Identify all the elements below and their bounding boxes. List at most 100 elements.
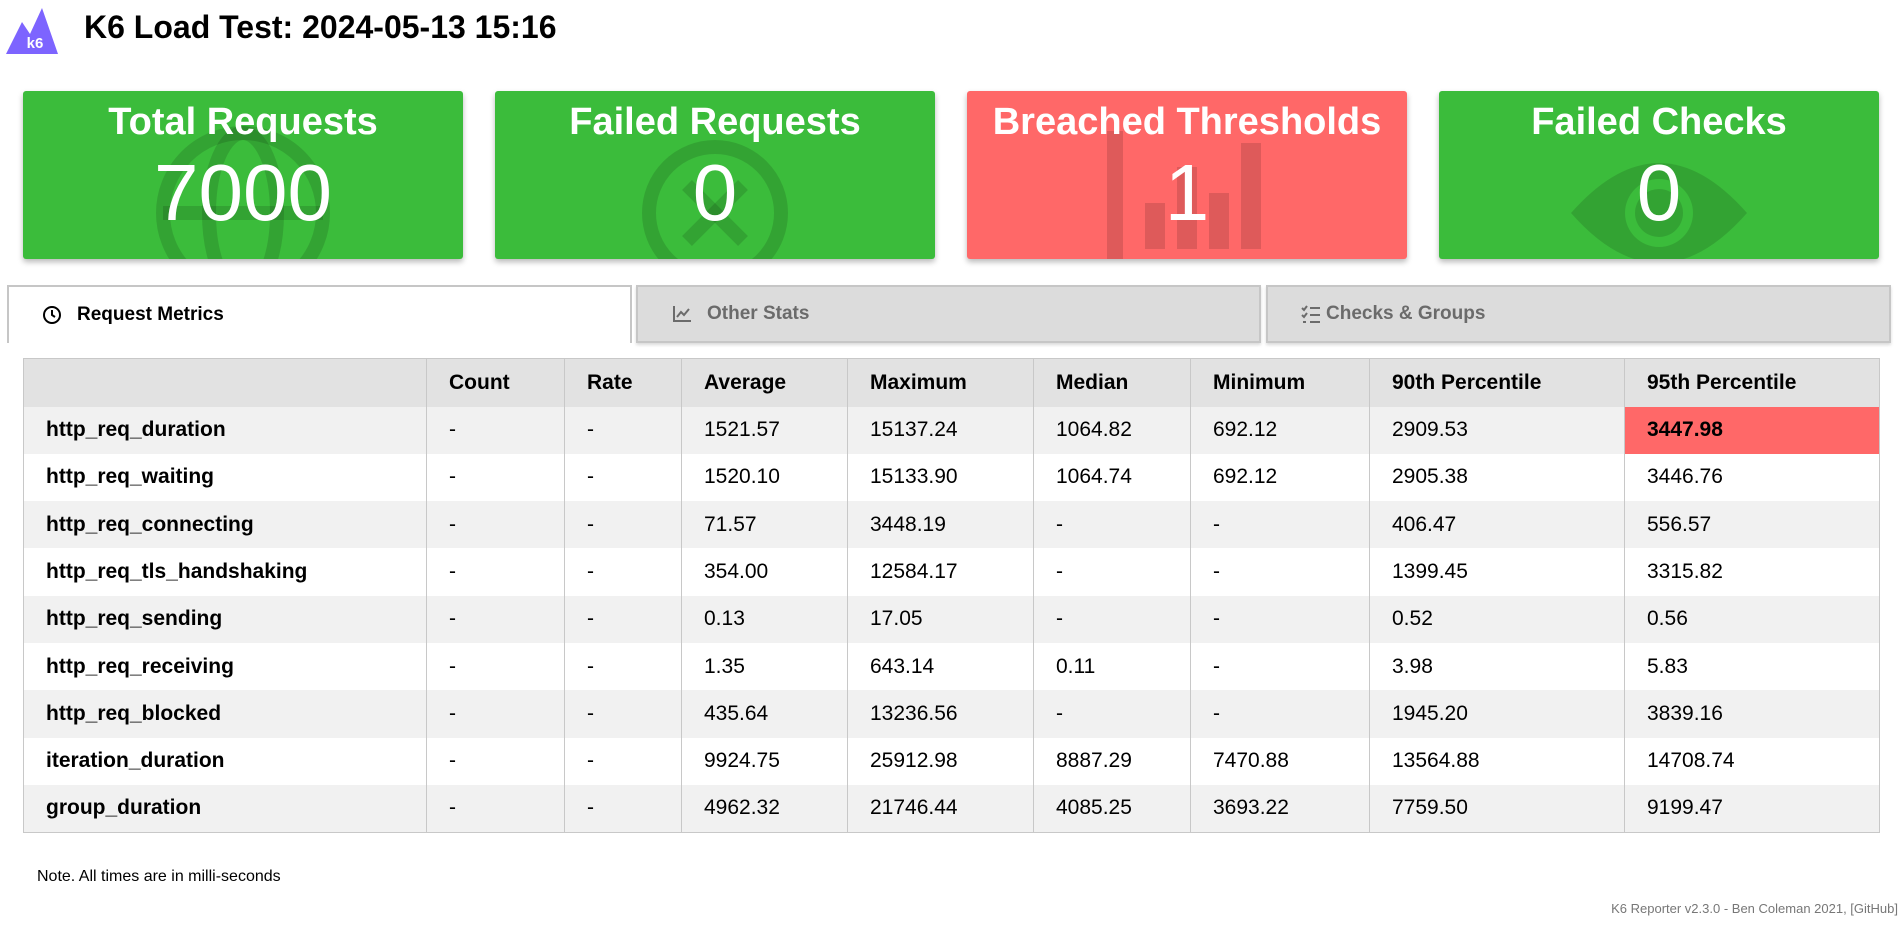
table-cell: - [426,737,565,785]
table-cell: - [1033,501,1191,549]
time-units-note: Note. All times are in milli-seconds [37,868,281,885]
table-cell: 12584.17 [847,548,1034,596]
table-cell: 3448.19 [847,501,1034,549]
table-cell: 3446.76 [1624,453,1880,502]
table-cell: 14708.74 [1624,737,1880,785]
table-cell: 3839.16 [1624,690,1880,738]
table-cell: 3693.22 [1190,784,1370,833]
table-cell: - [426,453,565,502]
metric-name: http_req_tls_handshaking [23,548,427,596]
table-cell: 0.13 [681,595,848,643]
table-cell: 406.47 [1369,501,1625,549]
table-row: http_req_sending - - 0.13 17.05 - - 0.52… [23,595,1880,643]
table-cell: - [426,690,565,738]
table-cell: 21746.44 [847,784,1034,833]
table-cell: - [564,784,682,833]
table-cell: 4962.32 [681,784,848,833]
tab-request-metrics[interactable]: Request Metrics [7,285,632,343]
table-cell: - [1190,595,1370,643]
metric-name: http_req_blocked [23,690,427,738]
table-cell: 643.14 [847,642,1034,691]
metric-name: http_req_receiving [23,642,427,691]
table-cell: - [426,784,565,833]
table-cell: - [564,595,682,643]
column-header: 95th Percentile [1624,358,1880,407]
table-row: http_req_blocked - - 435.64 13236.56 - -… [23,690,1880,738]
table-cell: 354.00 [681,548,848,596]
table-cell: 5.83 [1624,642,1880,691]
table-row: http_req_connecting - - 71.57 3448.19 - … [23,501,1880,549]
table-cell: 25912.98 [847,737,1034,785]
table-cell: 17.05 [847,595,1034,643]
table-cell: - [1033,548,1191,596]
table-cell: - [426,548,565,596]
table-cell: 0.11 [1033,642,1191,691]
card-title: Breached Thresholds [992,101,1382,143]
metric-name: http_req_sending [23,595,427,643]
table-row: group_duration - - 4962.32 21746.44 4085… [23,784,1880,833]
table-cell: - [426,642,565,691]
table-cell: - [426,501,565,549]
table-cell: 8887.29 [1033,737,1191,785]
tab-other-stats[interactable]: Other Stats [636,285,1261,343]
table-cell: 15137.24 [847,406,1034,454]
table-cell: 13564.88 [1369,737,1625,785]
table-cell: 7470.88 [1190,737,1370,785]
table-cell: - [564,548,682,596]
table-cell: 0.52 [1369,595,1625,643]
column-header: Median [1033,358,1191,407]
table-header-row: Count Rate Average Maximum Median Minimu… [23,358,1880,407]
table-row: http_req_tls_handshaking - - 354.00 1258… [23,548,1880,596]
table-cell: - [1033,690,1191,738]
column-header: 90th Percentile [1369,358,1625,407]
tab-checks-groups[interactable]: Checks & Groups [1266,285,1891,343]
table-row: http_req_waiting - - 1520.10 15133.90 10… [23,453,1880,502]
table-cell: 3315.82 [1624,548,1880,596]
table-cell: 7759.50 [1369,784,1625,833]
table-cell: 435.64 [681,690,848,738]
clock-icon [43,306,61,324]
summary-cards: Total Requests 7000 Failed Requests 0 Br… [23,91,1880,259]
table-cell: 556.57 [1624,501,1880,549]
card-title: Failed Requests [569,101,861,143]
table-cell: - [564,406,682,454]
k6-logo: k6 [6,8,58,54]
card-failed-requests: Failed Requests 0 [495,91,935,259]
checklist-icon [1301,305,1320,323]
card-value: 0 [692,148,738,237]
table-cell: 9924.75 [681,737,848,785]
table-cell: 2909.53 [1369,406,1625,454]
card-failed-checks: Failed Checks 0 [1439,91,1879,259]
table-cell: 1520.10 [681,453,848,502]
table-cell: - [564,453,682,502]
metric-name: iteration_duration [23,737,427,785]
table-cell: 1.35 [681,642,848,691]
column-header: Maximum [847,358,1034,407]
table-cell: - [426,406,565,454]
table-cell: - [1190,548,1370,596]
line-chart-icon [673,306,691,322]
table-cell: 9199.47 [1624,784,1880,833]
card-title: Failed Checks [1531,101,1787,143]
metric-name: http_req_duration [23,406,427,454]
table-cell: 0.56 [1624,595,1880,643]
table-row: iteration_duration - - 9924.75 25912.98 … [23,737,1880,785]
card-value: 7000 [154,148,332,237]
table-cell: - [1033,595,1191,643]
table-row: http_req_duration - - 1521.57 15137.24 1… [23,406,1880,454]
metric-name: http_req_connecting [23,501,427,549]
card-total-requests: Total Requests 7000 [23,91,463,259]
page-title: K6 Load Test: 2024-05-13 15:16 [84,9,557,45]
tab-bar: Request Metrics Other Stats Checks & Gro… [7,285,1891,343]
card-breached-thresholds: Breached Thresholds 1 [967,91,1407,259]
column-header: Minimum [1190,358,1370,407]
table-cell: 13236.56 [847,690,1034,738]
table-cell: 1064.82 [1033,406,1191,454]
metric-name: http_req_waiting [23,453,427,502]
table-cell: - [564,642,682,691]
column-header: Rate [564,358,682,407]
table-cell: - [564,501,682,549]
table-cell: - [1190,642,1370,691]
svg-text:k6: k6 [27,35,44,52]
metric-name: group_duration [23,784,427,833]
